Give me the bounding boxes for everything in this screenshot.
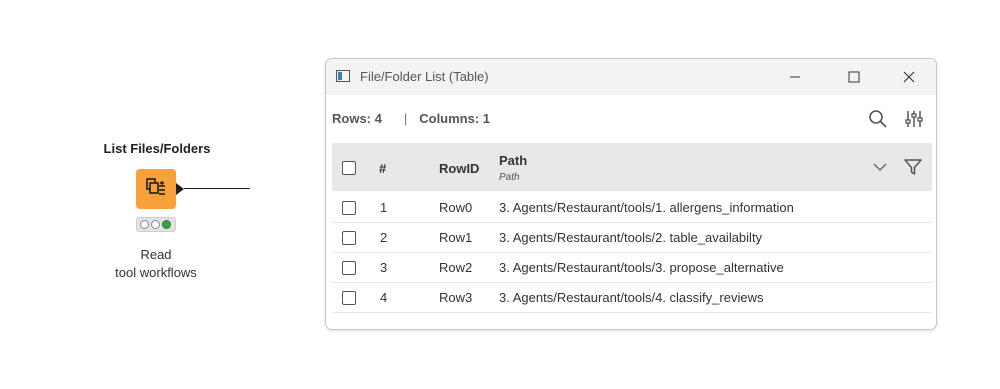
filter-icon <box>904 159 922 175</box>
row-number: 3 <box>380 260 388 275</box>
table-stats: Rows: 4 | Columns: 1 <box>332 111 490 126</box>
select-all-checkbox[interactable] <box>342 161 356 175</box>
node-label: Read tool workflows <box>92 246 220 282</box>
table-row[interactable]: 1 Row0 3. Agents/Restaurant/tools/1. all… <box>332 193 932 223</box>
row-number: 1 <box>380 200 388 215</box>
table-row[interactable]: 3 Row2 3. Agents/Restaurant/tools/3. pro… <box>332 253 932 283</box>
stats-separator: | <box>403 111 408 126</box>
columns-count: Columns: 1 <box>419 111 491 126</box>
header-path[interactable]: Path <box>499 153 527 168</box>
output-port[interactable] <box>176 183 184 195</box>
node-status-traffic-light <box>136 217 176 232</box>
table-row[interactable]: 2 Row1 3. Agents/Restaurant/tools/2. tab… <box>332 223 932 253</box>
sliders-icon <box>905 111 923 127</box>
title-bar[interactable]: File/Folder List (Table) <box>326 59 936 95</box>
chevron-down-icon <box>873 163 887 171</box>
status-light-yellow <box>151 220 160 229</box>
row-id: Row0 <box>439 200 473 215</box>
row-path: 3. Agents/Restaurant/tools/3. propose_al… <box>499 260 784 275</box>
close-icon <box>903 71 915 83</box>
row-path: 3. Agents/Restaurant/tools/4. classify_r… <box>499 290 764 305</box>
header-index: # <box>379 161 387 176</box>
maximize-icon <box>848 71 860 83</box>
status-light-green <box>162 220 171 229</box>
window-title: File/Folder List (Table) <box>360 69 489 84</box>
node-label-line2: tool workflows <box>115 265 197 280</box>
minimize-button[interactable] <box>772 59 818 95</box>
list-files-node[interactable] <box>136 169 176 209</box>
node-label-line1: Read <box>140 247 172 262</box>
row-id: Row1 <box>439 230 473 245</box>
search-button[interactable] <box>866 107 890 131</box>
row-checkbox[interactable] <box>342 291 356 305</box>
column-menu-button[interactable] <box>872 159 888 180</box>
filter-button[interactable] <box>903 157 923 182</box>
row-path: 3. Agents/Restaurant/tools/2. table_avai… <box>499 230 763 245</box>
row-id: Row3 <box>439 290 473 305</box>
minimize-icon <box>790 76 800 78</box>
maximize-button[interactable] <box>831 59 877 95</box>
table-row[interactable]: 4 Row3 3. Agents/Restaurant/tools/4. cla… <box>332 283 932 313</box>
row-id: Row2 <box>439 260 473 275</box>
header-path-type: Path <box>499 172 520 183</box>
row-number: 4 <box>380 290 388 305</box>
app-window-icon <box>336 70 350 82</box>
search-icon <box>869 110 887 128</box>
row-checkbox[interactable] <box>342 231 356 245</box>
table-header: # RowID Path Path <box>332 143 932 191</box>
rows-count: Rows: 4 <box>332 111 382 126</box>
settings-button[interactable] <box>902 107 926 131</box>
status-light-red <box>140 220 149 229</box>
close-button[interactable] <box>886 59 932 95</box>
list-files-icon <box>146 178 165 195</box>
connection-line <box>184 188 250 189</box>
row-path: 3. Agents/Restaurant/tools/1. allergens_… <box>499 200 794 215</box>
row-number: 2 <box>380 230 388 245</box>
node-title: List Files/Folders <box>103 141 211 156</box>
table-view-window: File/Folder List (Table) Rows: 4 | Columns… <box>325 58 937 330</box>
row-checkbox[interactable] <box>342 261 356 275</box>
row-checkbox[interactable] <box>342 201 356 215</box>
header-rowid[interactable]: RowID <box>439 161 479 176</box>
